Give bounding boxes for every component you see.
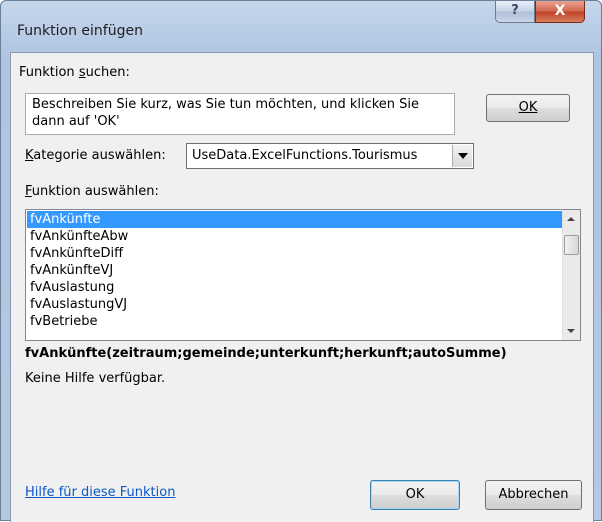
list-item[interactable]: fvAnkünfteDiff [27,245,562,262]
search-label: Funktion suchen: [19,65,130,80]
title-bar[interactable]: Funktion einfügen ? X [1,1,601,45]
dialog-title: Funktion einfügen [17,23,143,39]
chevron-up-icon [567,217,575,221]
function-help-text: Keine Hilfe verfügbar. [25,371,166,386]
list-item[interactable]: fvAuslastungVJ [27,296,562,313]
function-list-label: Funktion auswählen: [25,184,159,199]
scroll-down-button[interactable] [563,323,580,340]
list-item[interactable]: fvAuslastung [27,279,562,296]
ok-button[interactable]: OK [370,480,460,510]
function-list-items: fvAnkünfte fvAnkünfteAbw fvAnkünfteDiff … [27,211,562,330]
cancel-button[interactable]: Abbrechen [485,480,582,510]
list-item[interactable]: fvAnkünfteVJ [27,262,562,279]
list-item[interactable]: fvAnkünfteAbw [27,228,562,245]
insert-function-dialog: Funktion einfügen ? X Funktion suchen: B… [0,0,602,522]
category-label: Kategorie auswählen: [25,148,166,163]
list-item[interactable]: fvBetriebe [27,313,562,330]
vertical-scrollbar[interactable] [562,210,580,340]
function-signature: fvAnkünfte(zeitraum;gemeinde;unterkunft;… [25,346,507,361]
dialog-client-area: Funktion suchen: Beschreiben Sie kurz, w… [10,52,594,522]
scroll-thumb[interactable] [564,235,579,255]
dropdown-button[interactable] [452,145,472,167]
list-item[interactable]: fvAnkünfte [27,211,562,228]
chevron-down-icon [458,153,468,159]
help-icon[interactable]: ? [495,1,535,23]
category-selected-value: UseData.ExcelFunctions.Tourismus [192,148,418,163]
scroll-up-button[interactable] [563,210,580,227]
close-icon[interactable]: X [535,1,585,23]
category-select[interactable]: UseData.ExcelFunctions.Tourismus [186,143,474,169]
function-help-link[interactable]: Hilfe für diese Funktion [25,485,175,500]
search-input[interactable]: Beschreiben Sie kurz, was Sie tun möchte… [25,93,455,135]
chevron-down-icon [567,329,575,333]
search-ok-button[interactable]: OK [486,94,570,122]
function-listbox[interactable]: fvAnkünfte fvAnkünfteAbw fvAnkünfteDiff … [25,209,581,341]
